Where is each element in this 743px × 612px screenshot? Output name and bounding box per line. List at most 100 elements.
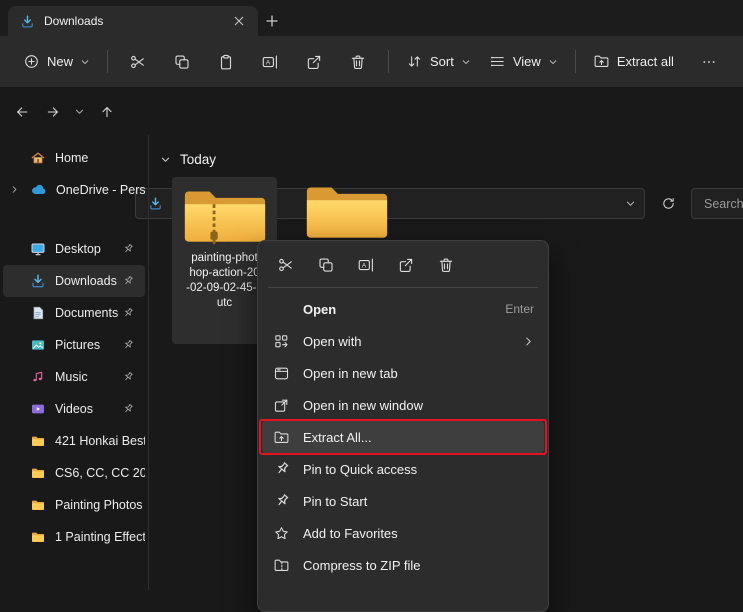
extract-all-button[interactable]: Extract all	[584, 46, 683, 77]
share-button[interactable]	[292, 44, 336, 80]
file-tile-folder[interactable]	[303, 182, 391, 244]
sidebar-item-desktop[interactable]: Desktop	[3, 233, 145, 265]
downloads-icon	[30, 273, 46, 289]
view-button-label: View	[513, 54, 541, 69]
videos-icon	[30, 401, 46, 417]
chevron-down-icon	[548, 57, 558, 67]
sidebar-item-videos[interactable]: Videos	[3, 393, 145, 425]
group-label: Today	[180, 152, 216, 167]
back-button[interactable]	[6, 96, 37, 127]
sidebar-item-onedrive[interactable]: OneDrive - Pers	[3, 174, 145, 206]
tab-title: Downloads	[44, 14, 219, 28]
toolbar-separator	[575, 50, 576, 73]
sidebar-item-folder-421-honkai-best[interactable]: 421 Honkai Best	[3, 425, 145, 457]
submenu-chevron-icon	[523, 336, 534, 347]
open-with-icon	[272, 333, 291, 350]
sidebar-item-downloads[interactable]: Downloads	[3, 265, 145, 297]
toolbar-separator	[388, 50, 389, 73]
new-button-label: New	[47, 54, 73, 69]
folder-icon	[30, 433, 46, 449]
extract-all-icon	[272, 429, 291, 446]
recent-locations-chevron-icon[interactable]	[68, 96, 91, 127]
rename-icon[interactable]: A	[348, 249, 384, 281]
folder-icon	[303, 182, 391, 244]
menu-item-extract-all[interactable]: Extract All...	[262, 421, 544, 453]
zipped-folder-icon	[181, 186, 269, 248]
context-menu-quick-actions: A	[262, 245, 544, 285]
pin-icon	[122, 371, 134, 383]
folder-icon	[30, 529, 46, 545]
see-more-button[interactable]	[691, 46, 727, 78]
toolbar-separator	[107, 50, 108, 73]
menu-item-add-to-favorites[interactable]: Add to Favorites	[262, 517, 544, 549]
paste-button[interactable]	[204, 44, 248, 80]
sidebar-item-pictures[interactable]: Pictures	[3, 329, 145, 361]
pin-icon	[122, 243, 134, 255]
pictures-icon	[30, 337, 46, 353]
sidebar-section-gap	[0, 206, 148, 233]
pin-icon	[272, 461, 291, 477]
sidebar-item-documents[interactable]: Documents	[3, 297, 145, 329]
share-icon[interactable]	[388, 249, 424, 281]
chevron-down-icon	[160, 154, 171, 165]
menu-item-open-in-new-tab[interactable]: Open in new tab	[262, 357, 544, 389]
cut-icon[interactable]	[268, 249, 304, 281]
onedrive-cloud-icon	[30, 182, 47, 199]
sidebar-item-music[interactable]: Music	[3, 361, 145, 393]
folder-icon	[30, 465, 46, 481]
cut-button[interactable]	[116, 44, 160, 80]
plus-circle-icon	[23, 53, 40, 70]
star-icon	[272, 525, 291, 542]
svg-text:A: A	[362, 263, 367, 270]
forward-button[interactable]	[37, 96, 68, 127]
new-button[interactable]: New	[14, 46, 99, 77]
downloads-icon	[20, 14, 35, 29]
sidebar-item-home[interactable]: Home	[3, 142, 145, 174]
sidebar-item-folder-cs6-cc[interactable]: CS6, CC, CC 201	[3, 457, 145, 489]
sort-button-label: Sort	[430, 54, 454, 69]
pin-icon	[122, 403, 134, 415]
sort-icon	[406, 53, 423, 70]
file-name: painting-phot hop-action-20 -02-09-02-45…	[186, 251, 263, 311]
tab-close-icon[interactable]	[228, 10, 250, 32]
explorer-tab-downloads[interactable]: Downloads	[8, 6, 258, 36]
chevron-down-icon	[80, 57, 90, 67]
delete-button[interactable]	[336, 44, 380, 80]
new-tab-icon	[272, 365, 291, 382]
menu-item-pin-to-quick-access[interactable]: Pin to Quick access	[262, 453, 544, 485]
menu-item-open-with[interactable]: Open with	[262, 325, 544, 357]
folder-icon	[30, 497, 46, 513]
sort-button[interactable]: Sort	[397, 46, 480, 77]
add-tab-button[interactable]	[258, 7, 286, 35]
titlebar: Downloads	[0, 0, 743, 36]
menu-item-open-in-new-window[interactable]: Open in new window	[262, 389, 544, 421]
delete-icon[interactable]	[428, 249, 464, 281]
navigation-pane: Home OneDrive - Pers Desktop Downloads	[0, 135, 148, 590]
chevron-down-icon	[461, 57, 471, 67]
rename-button[interactable]: A	[248, 44, 292, 80]
home-icon	[30, 150, 46, 166]
shortcut-label: Enter	[505, 302, 534, 316]
sidebar-item-folder-1-painting-effect[interactable]: 1 Painting Effect	[3, 521, 145, 553]
desktop-icon	[30, 241, 46, 257]
up-button[interactable]	[91, 96, 122, 127]
sidebar-item-folder-painting-photos[interactable]: Painting Photos	[3, 489, 145, 521]
copy-button[interactable]	[160, 44, 204, 80]
extract-all-icon	[593, 53, 610, 70]
pin-icon	[122, 275, 134, 287]
menu-item-open[interactable]: Open Enter	[262, 293, 544, 325]
view-button[interactable]: View	[480, 46, 567, 77]
zip-folder-icon	[272, 557, 291, 574]
command-bar: New A Sort View	[0, 36, 743, 88]
menu-separator	[268, 287, 538, 288]
music-icon	[30, 369, 46, 385]
menu-item-compress-to-zip[interactable]: Compress to ZIP file	[262, 549, 544, 581]
pin-icon	[122, 339, 134, 351]
chevron-right-icon[interactable]	[10, 185, 19, 194]
menu-item-pin-to-start[interactable]: Pin to Start	[262, 485, 544, 517]
navigation-row: Downloads	[0, 89, 743, 135]
pin-icon	[122, 307, 134, 319]
copy-icon[interactable]	[308, 249, 344, 281]
group-header-today[interactable]: Today	[160, 152, 216, 167]
extract-all-button-label: Extract all	[617, 54, 674, 69]
